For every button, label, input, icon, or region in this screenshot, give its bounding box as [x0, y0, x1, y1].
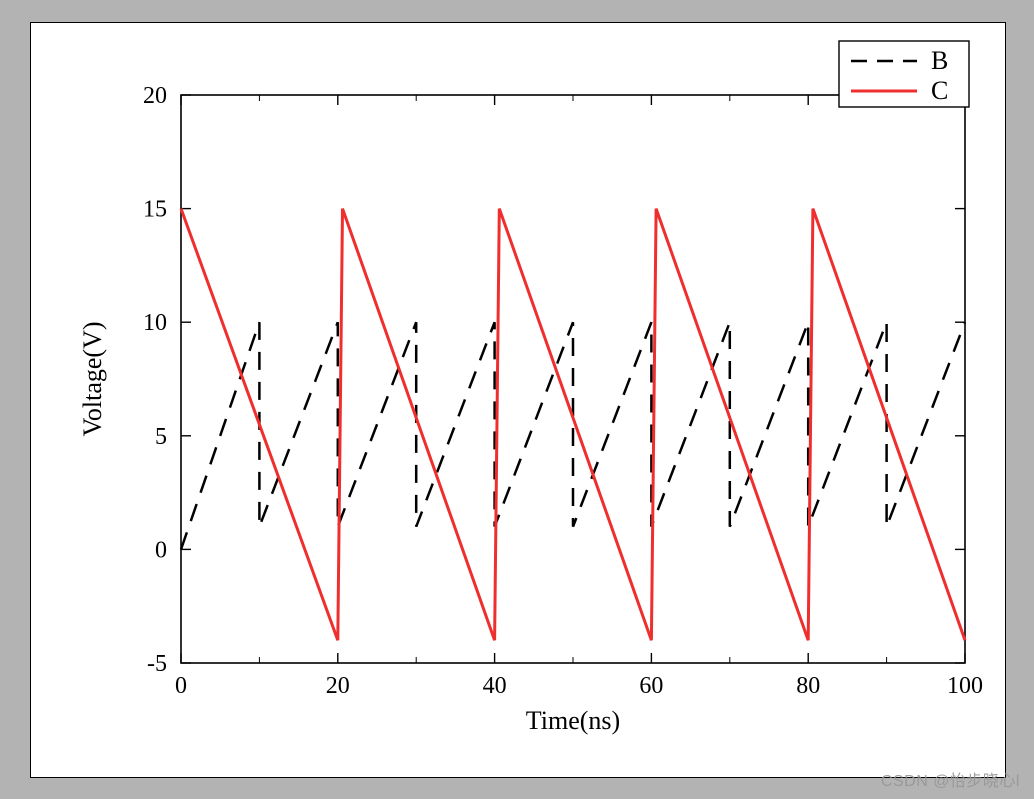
x-tick-label: 60: [639, 673, 663, 699]
x-tick-label: 100: [947, 673, 983, 699]
series-line: [181, 322, 965, 549]
y-tick-label: 0: [155, 537, 167, 563]
legend-item-label: B: [931, 46, 948, 75]
chart-panel: 0 20 40 60 80 100 -5 0 5 10 15 20 Time(ns) Voltage(V)…: [30, 22, 1006, 778]
x-axis-label: Time(ns): [526, 706, 620, 735]
legend-box: [839, 41, 969, 107]
x-tick-label: 0: [175, 673, 187, 699]
y-tick-label: -5: [147, 651, 167, 677]
x-tick-label: 20: [326, 673, 350, 699]
y-tick-label: 20: [143, 83, 167, 109]
x-tick-label: 80: [796, 673, 820, 699]
y-tick-label: 5: [155, 424, 167, 450]
y-tick-label: 15: [143, 197, 167, 223]
y-tick-label: 10: [143, 310, 167, 336]
watermark-text: CSDN @怡步晓心l: [881, 767, 1020, 791]
chart-svg: 0 20 40 60 80 100 -5 0 5 10 15 20 Time(ns) Voltage(V)…: [31, 23, 1005, 777]
legend-item-label: C: [931, 76, 948, 105]
y-axis-label: Voltage(V): [78, 321, 107, 436]
x-tick-label: 40: [483, 673, 507, 699]
